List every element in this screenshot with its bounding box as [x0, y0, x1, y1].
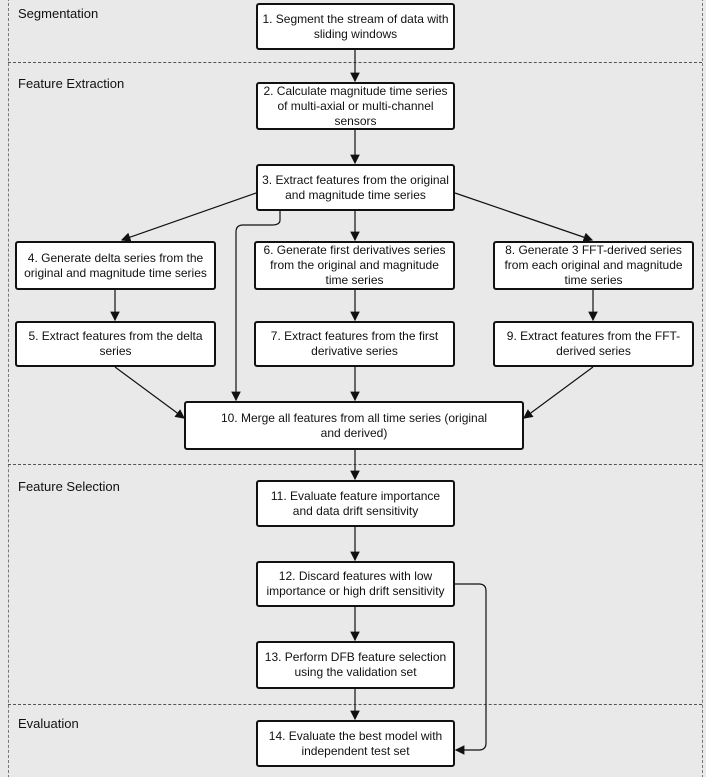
step-2-box: 2. Calculate magnitude time series of mu… — [256, 82, 455, 130]
step-3-box: 3. Extract features from the original an… — [256, 164, 455, 211]
step-4-box: 4. Generate delta series from the origin… — [15, 241, 216, 290]
step-8-box: 8. Generate 3 FFT-derived series from ea… — [493, 241, 694, 290]
step-13-box: 13. Perform DFB feature selection using … — [256, 641, 455, 689]
step-9-box: 9. Extract features from the FFT-derived… — [493, 321, 694, 367]
step-6-box: 6. Generate first derivatives series fro… — [254, 241, 455, 290]
arrow-9-10 — [523, 366, 594, 419]
step-7-box: 7. Extract features from the first deriv… — [254, 321, 455, 367]
arrow-3-10 — [231, 211, 281, 402]
step-10-box: 10. Merge all features from all time ser… — [184, 401, 524, 450]
step-14-box: 14. Evaluate the best model with indepen… — [256, 720, 455, 767]
flowchart: Segmentation Feature Extraction Feature … — [0, 0, 706, 777]
step-1-box: 1. Segment the stream of data with slidi… — [256, 3, 455, 50]
step-5-box: 5. Extract features from the delta serie… — [15, 321, 216, 367]
arrow-12-14 — [454, 583, 487, 755]
arrow-5-10 — [114, 366, 185, 419]
arrow-3-8 — [454, 192, 594, 242]
step-12-box: 12. Discard features with low importance… — [256, 561, 455, 607]
step-11-box: 11. Evaluate feature importance and data… — [256, 480, 455, 527]
